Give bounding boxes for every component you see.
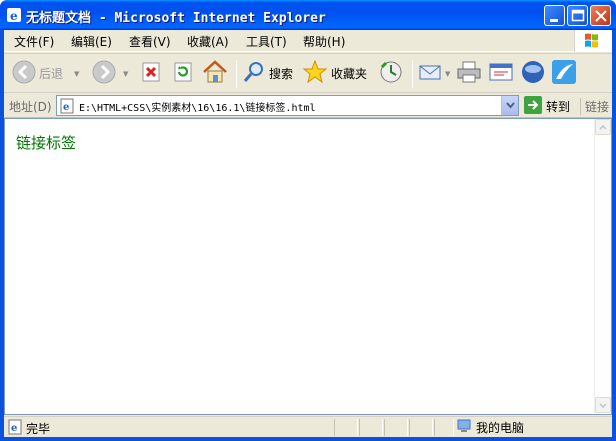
close-button[interactable] — [590, 5, 611, 26]
address-input[interactable]: e E:\HTML+CSS\实例素材\16\16.1\链接标签.html — [56, 95, 519, 116]
status-cell — [359, 419, 383, 436]
standard-toolbar: 后退 ▼ ▼ 搜索 收藏夹 ▼ — [4, 53, 612, 93]
svg-text:e: e — [11, 423, 17, 434]
menu-file[interactable]: 文件(F) — [14, 33, 54, 50]
print-button[interactable] — [456, 58, 482, 88]
status-text: 完毕 — [26, 422, 51, 436]
home-icon — [202, 59, 228, 87]
mail-icon — [418, 60, 444, 87]
history-button[interactable] — [378, 58, 404, 88]
links-toolbar[interactable]: 链接 — [580, 98, 609, 115]
toolbar-separator — [412, 60, 413, 88]
menu-tools[interactable]: 工具(T) — [246, 33, 287, 50]
status-bar: e 完毕 我的电脑 — [4, 416, 612, 437]
mail-button[interactable] — [418, 58, 444, 88]
refresh-button[interactable] — [172, 58, 194, 88]
zone-label: 我的电脑 — [476, 421, 525, 435]
status-page-icon: e — [7, 419, 23, 438]
home-button[interactable] — [202, 58, 228, 88]
back-arrow-icon — [12, 60, 36, 87]
computer-icon — [456, 418, 472, 437]
minimize-button[interactable] — [544, 5, 565, 26]
back-dropdown-icon[interactable]: ▼ — [74, 70, 79, 78]
menu-help[interactable]: 帮助(H) — [303, 33, 345, 50]
title-bar[interactable]: e 无标题文档 - Microsoft Internet Explorer — [0, 0, 616, 30]
status-cell — [384, 419, 408, 436]
browser-window: e 无标题文档 - Microsoft Internet Explorer 文件… — [0, 0, 616, 441]
edit-button[interactable] — [488, 58, 514, 88]
refresh-icon — [172, 61, 194, 86]
search-label: 搜索 — [269, 66, 294, 81]
search-icon — [242, 60, 266, 87]
scroll-down-button[interactable] — [595, 397, 611, 413]
favorites-button[interactable]: 收藏夹 — [302, 58, 367, 88]
ie-icon: e — [6, 7, 22, 23]
forward-dropdown-icon[interactable]: ▼ — [123, 70, 128, 78]
printer-icon — [456, 60, 482, 87]
address-value[interactable]: E:\HTML+CSS\实例素材\16\16.1\链接标签.html — [79, 99, 316, 114]
status-cell — [409, 419, 433, 436]
window-frame: 文件(F) 编辑(E) 查看(V) 收藏(A) 工具(T) 帮助(H) 后退 ▼… — [4, 30, 612, 437]
page-icon: e — [59, 98, 75, 114]
address-bar: 地址(D) e E:\HTML+CSS\实例素材\16\16.1\链接标签.ht… — [4, 94, 612, 118]
search-button[interactable]: 搜索 — [242, 58, 293, 88]
history-icon — [378, 59, 404, 88]
chevron-down-icon — [506, 102, 515, 109]
messenger-icon — [520, 59, 546, 88]
go-arrow-icon — [524, 95, 542, 117]
menu-view[interactable]: 查看(V) — [129, 33, 171, 50]
go-label: 转到 — [546, 99, 571, 114]
chevron-down-icon — [599, 403, 607, 409]
vertical-scrollbar[interactable] — [594, 119, 611, 414]
page-link[interactable]: 链接标签 — [16, 132, 76, 153]
research-icon — [551, 59, 577, 88]
scroll-up-button[interactable] — [595, 119, 611, 135]
svg-text:e: e — [10, 9, 18, 23]
mail-dropdown-icon[interactable]: ▼ — [445, 70, 450, 78]
window-title: 无标题文档 - Microsoft Internet Explorer — [26, 11, 326, 26]
windows-logo-icon — [574, 30, 612, 52]
menu-favorites[interactable]: 收藏(A) — [187, 33, 229, 50]
toolbar-separator — [236, 60, 237, 88]
chevron-up-icon — [599, 124, 607, 130]
messenger-button[interactable] — [520, 58, 546, 88]
svg-text:e: e — [63, 102, 69, 113]
forward-button[interactable] — [92, 58, 116, 88]
address-dropdown-button[interactable] — [501, 96, 518, 115]
star-icon — [302, 59, 328, 88]
go-button[interactable]: 转到 — [524, 95, 571, 117]
stop-button[interactable] — [140, 58, 162, 88]
menu-edit[interactable]: 编辑(E) — [71, 33, 112, 50]
page-content: 链接标签 — [4, 118, 612, 415]
status-cell — [434, 419, 454, 436]
security-zone: 我的电脑 — [456, 418, 524, 437]
menu-bar: 文件(F) 编辑(E) 查看(V) 收藏(A) 工具(T) 帮助(H) — [4, 30, 612, 52]
edit-page-icon — [488, 60, 514, 87]
back-label: 后退 — [39, 66, 64, 81]
maximize-button[interactable] — [567, 5, 588, 26]
research-button[interactable] — [551, 58, 577, 88]
status-cell — [334, 419, 358, 436]
address-label: 地址(D) — [9, 100, 52, 114]
favorites-label: 收藏夹 — [331, 66, 368, 81]
back-button[interactable]: 后退 — [12, 58, 63, 88]
stop-icon — [140, 61, 162, 86]
forward-arrow-icon — [92, 60, 116, 87]
